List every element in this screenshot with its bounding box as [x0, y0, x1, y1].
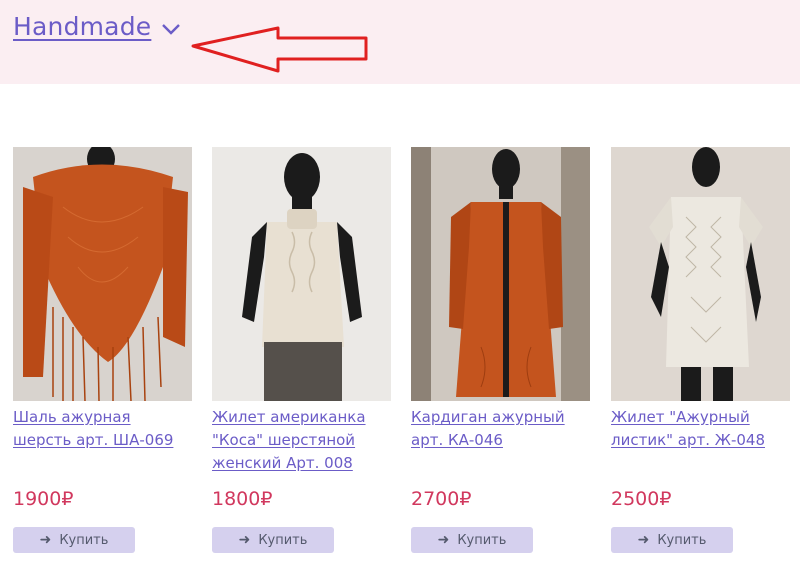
chevron-down-icon[interactable]: [161, 22, 181, 36]
buy-button[interactable]: ➜ Купить: [13, 527, 135, 553]
buy-button[interactable]: ➜ Купить: [212, 527, 334, 553]
product-price: 2500₽: [611, 488, 672, 510]
product-card: Жилет американка "Коса" шерстяной женски…: [212, 147, 392, 553]
product-price: 1800₽: [212, 488, 273, 510]
buy-button[interactable]: ➜ Купить: [411, 527, 533, 553]
product-image[interactable]: [212, 147, 391, 401]
product-image[interactable]: [411, 147, 590, 401]
product-name-link[interactable]: Кардиган ажурный арт. КА-046: [411, 406, 591, 452]
annotation-arrow-icon: [191, 26, 368, 73]
arrow-right-icon: ➜: [437, 532, 450, 548]
product-name-link[interactable]: Шаль ажурная шерсть арт. ША-069: [13, 406, 193, 452]
buy-button-label: Купить: [59, 532, 109, 548]
buy-button-label: Купить: [258, 532, 308, 548]
buy-button-label: Купить: [457, 532, 507, 548]
product-card: Кардиган ажурный арт. КА-046 2700₽ ➜ Куп…: [411, 147, 591, 553]
product-name-link[interactable]: Жилет "Ажурный листик" арт. Ж-048: [611, 406, 791, 452]
product-price: 2700₽: [411, 488, 472, 510]
buy-button[interactable]: ➜ Купить: [611, 527, 733, 553]
product-name-link[interactable]: Жилет американка "Коса" шерстяной женски…: [212, 406, 392, 475]
arrow-right-icon: ➜: [39, 532, 52, 548]
arrow-right-icon: ➜: [637, 532, 650, 548]
arrow-right-icon: ➜: [238, 532, 251, 548]
product-price: 1900₽: [13, 488, 74, 510]
product-card: Жилет "Ажурный листик" арт. Ж-048 2500₽ …: [611, 147, 791, 553]
product-image[interactable]: [611, 147, 790, 401]
product-card: Шаль ажурная шерсть арт. ША-069 1900₽ ➜ …: [13, 147, 193, 553]
category-header: Handmade: [0, 0, 800, 84]
category-title-link[interactable]: Handmade: [13, 12, 151, 41]
buy-button-label: Купить: [657, 532, 707, 548]
product-image[interactable]: [13, 147, 192, 401]
